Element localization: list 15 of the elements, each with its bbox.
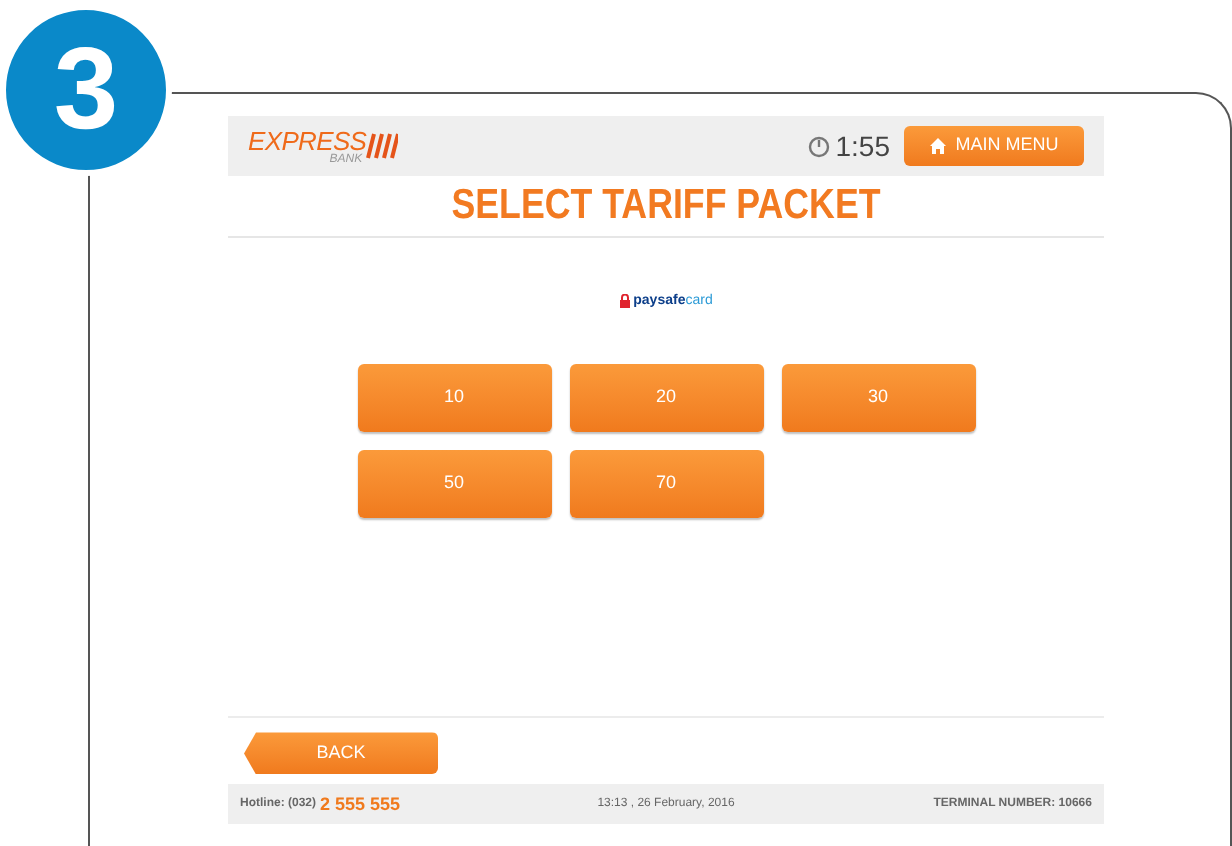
back-button[interactable]: BACK bbox=[244, 732, 438, 775]
padlock-icon bbox=[619, 294, 630, 308]
page-title: SELECT TARIFF PACKET bbox=[449, 184, 883, 226]
tariff-button[interactable]: 30 bbox=[781, 364, 975, 432]
hotline-number: 2 555 555 bbox=[320, 791, 401, 817]
tariff-button[interactable]: 50 bbox=[357, 450, 551, 518]
tariff-button[interactable]: 20 bbox=[569, 364, 763, 432]
home-icon bbox=[929, 138, 946, 154]
tariff-button[interactable]: 70 bbox=[569, 450, 763, 518]
clock-icon bbox=[807, 135, 830, 157]
countdown-timer: 1:55 bbox=[835, 127, 890, 165]
tariff-button[interactable]: 10 bbox=[357, 364, 551, 432]
stripes-icon bbox=[366, 132, 399, 160]
main-menu-button[interactable]: MAIN MENU bbox=[904, 126, 1084, 166]
step-number-badge: 3 bbox=[0, 4, 172, 176]
